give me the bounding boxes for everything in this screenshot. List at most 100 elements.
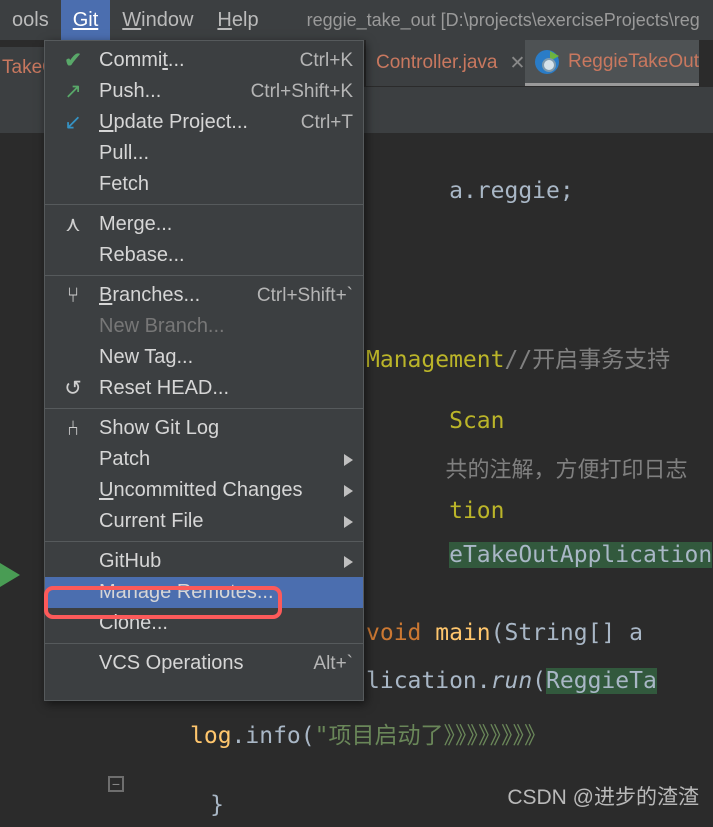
menu-item-patch[interactable]: Patch xyxy=(45,444,363,475)
close-icon[interactable]: ✕ xyxy=(509,52,525,75)
menu-item-push[interactable]: ↗ Push... Ctrl+Shift+K xyxy=(45,76,363,107)
menu-item-uncommitted-changes-label: Uncommitted Changes xyxy=(99,479,303,501)
tab-controller-java[interactable]: Controller.java ✕ xyxy=(366,40,536,86)
menu-item-fetch[interactable]: Fetch xyxy=(45,169,363,200)
menu-item-new-tag-label: New Tag... xyxy=(99,346,194,368)
tab-reggie-take-out[interactable]: ReggieTakeOut xyxy=(525,40,699,86)
menubar-item-help-label: Help xyxy=(217,8,259,31)
menu-item-branches-label: Branches... xyxy=(99,284,201,306)
menu-item-new-branch-label: New Branch... xyxy=(99,315,225,337)
menu-item-merge[interactable]: ⋏ Merge... xyxy=(45,209,363,240)
code-run-prefix: lication. xyxy=(366,668,491,694)
window-title: reggie_take_out [D:\projects\exercisePro… xyxy=(306,9,700,30)
code-close-brace-text: } xyxy=(210,792,224,818)
code-line-log-info: log.info("项目启动了》》》》》》》》 xyxy=(190,716,547,750)
code-main-keyword: void xyxy=(366,620,436,646)
ide-window: ools Git Window Help reggie_take_out [D:… xyxy=(0,0,713,827)
git-dropdown-menu: ✔ Commit... Ctrl+K ↗ Push... Ctrl+Shift+… xyxy=(44,40,364,701)
menu-item-branches[interactable]: ⑂ Branches... Ctrl+Shift+` xyxy=(45,280,363,311)
menu-item-commit-shortcut: Ctrl+K xyxy=(299,49,353,71)
branch-icon: ⑂ xyxy=(66,284,80,307)
menu-item-update-project-label: Update Project... xyxy=(99,111,248,133)
checkmark-icon: ✔ xyxy=(64,49,82,72)
menu-item-push-label: Push... xyxy=(99,80,162,102)
menu-item-vcs-operations[interactable]: VCS Operations Alt+` xyxy=(45,648,363,679)
code-fold-icon[interactable]: − xyxy=(108,776,124,792)
git-log-icon: ⑃ xyxy=(66,417,80,440)
menu-item-uncommitted-changes[interactable]: Uncommitted Changes xyxy=(45,475,363,506)
menu-bar: ools Git Window Help reggie_take_out [D:… xyxy=(0,0,713,40)
chevron-right-icon xyxy=(344,555,353,568)
menu-item-pull-label: Pull... xyxy=(99,142,150,164)
code-main-fnname: main xyxy=(435,620,491,646)
menu-item-clone-label: Clone... xyxy=(99,612,168,634)
menu-item-fetch-label: Fetch xyxy=(99,173,150,195)
code-log-method: .info( xyxy=(231,723,315,749)
code-line-springapplication-run: lication.run(ReggieTa xyxy=(366,668,657,694)
menu-separator xyxy=(45,275,363,276)
menu-item-show-git-log[interactable]: ⑃ Show Git Log xyxy=(45,413,363,444)
menu-item-reset-head-label: Reset HEAD... xyxy=(99,377,230,399)
code-line-package: a.reggie; xyxy=(366,152,574,230)
arrow-down-left-icon: ↙ xyxy=(64,111,82,134)
menu-item-merge-label: Merge... xyxy=(99,213,173,235)
menu-item-github-label: GitHub xyxy=(99,550,162,572)
code-run-method: run xyxy=(490,668,533,694)
code-run-argument: ReggieTa xyxy=(546,668,657,694)
menu-item-clone[interactable]: Clone... xyxy=(45,608,363,639)
stub-tab-0[interactable]: TakeO xyxy=(0,47,46,90)
chevron-right-icon xyxy=(344,484,353,497)
menubar-item-git-label: Git xyxy=(72,8,99,31)
menu-separator xyxy=(45,643,363,644)
menu-item-vcs-operations-label: VCS Operations xyxy=(99,652,244,674)
run-gutter-icon[interactable] xyxy=(0,563,20,587)
code-package-text: a.reggie; xyxy=(449,178,574,204)
menu-item-github[interactable]: GitHub xyxy=(45,546,363,577)
code-line-annotation-transaction: Management//开启事务支持 xyxy=(366,340,670,374)
menu-item-reset-head[interactable]: ↺ Reset HEAD... xyxy=(45,373,363,404)
menu-item-push-shortcut: Ctrl+Shift+K xyxy=(250,80,353,102)
menu-item-manage-remotes[interactable]: Manage Remotes... xyxy=(45,577,363,608)
menu-item-current-file[interactable]: Current File xyxy=(45,506,363,537)
menu-separator xyxy=(45,408,363,409)
menu-item-commit[interactable]: ✔ Commit... Ctrl+K xyxy=(45,45,363,76)
menu-item-vcs-operations-shortcut: Alt+` xyxy=(313,652,353,674)
menubar-item-help[interactable]: Help xyxy=(205,0,270,40)
menu-separator xyxy=(45,541,363,542)
code-run-paren: ( xyxy=(532,668,547,694)
undo-icon: ↺ xyxy=(64,377,82,400)
code-line-classname: eTakeOutApplication xyxy=(366,516,713,594)
menu-item-rebase[interactable]: Rebase... xyxy=(45,240,363,271)
menu-item-new-tag[interactable]: New Tag... xyxy=(45,342,363,373)
menu-item-rebase-label: Rebase... xyxy=(99,244,185,266)
spring-boot-icon xyxy=(535,49,559,74)
menu-item-pull[interactable]: Pull... xyxy=(45,138,363,169)
code-line-close-brace: } xyxy=(127,766,224,827)
code-main-params: (String[] a xyxy=(490,620,643,646)
menubar-item-git[interactable]: Git xyxy=(60,0,111,40)
arrow-up-right-icon: ↗ xyxy=(64,80,82,103)
code-log-string: "项目启动了》》》》》》》》 xyxy=(314,723,547,749)
menu-item-update-project[interactable]: ↙ Update Project... Ctrl+T xyxy=(45,107,363,138)
menubar-item-tools[interactable]: ools xyxy=(0,0,61,40)
menu-item-update-project-shortcut: Ctrl+T xyxy=(300,111,353,133)
menu-separator xyxy=(45,204,363,205)
menubar-item-tools-label: ools xyxy=(12,8,49,31)
menu-item-new-branch: New Branch... xyxy=(45,311,363,342)
code-classname-text: eTakeOutApplication xyxy=(449,542,713,568)
menu-item-manage-remotes-label: Manage Remotes... xyxy=(99,581,274,603)
menubar-item-window[interactable]: Window xyxy=(110,0,205,40)
chevron-right-icon xyxy=(344,515,353,528)
code-log-object: log xyxy=(190,723,232,749)
code-line-main-signature: void main(String[] a xyxy=(366,620,643,646)
merge-icon: ⋏ xyxy=(65,213,81,236)
tab-reggie-take-out-label: ReggieTakeOut xyxy=(568,50,699,72)
code-comment-text: //开启事务支持 xyxy=(504,347,671,373)
menu-item-patch-label: Patch xyxy=(99,448,151,470)
menu-item-show-git-log-label: Show Git Log xyxy=(99,417,220,439)
menu-item-current-file-label: Current File xyxy=(99,510,204,532)
menubar-item-window-label: Window xyxy=(122,8,194,31)
watermark: CSDN @进步的渣渣 xyxy=(507,786,699,809)
stub-tab-0-label: TakeO xyxy=(2,57,46,78)
chevron-right-icon xyxy=(344,453,353,466)
